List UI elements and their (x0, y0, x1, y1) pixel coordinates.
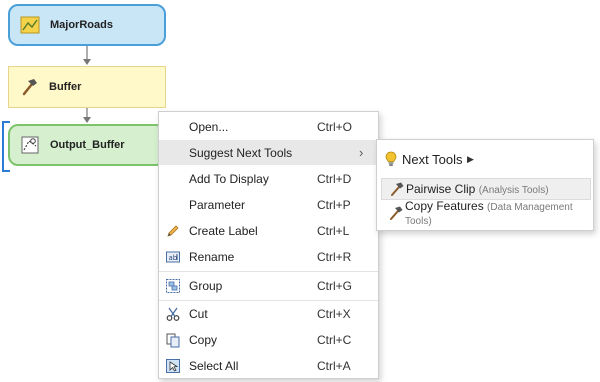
menu-item-open[interactable]: Open... Ctrl+O (159, 114, 378, 139)
node-output-buffer[interactable]: Output_Buffer (8, 124, 166, 166)
menu-item-create-label[interactable]: Create Label Ctrl+L (159, 218, 378, 243)
menu-item-label: Group (189, 278, 223, 293)
menu-item-label: Select All (189, 358, 239, 373)
hammer-icon (389, 181, 405, 197)
submenu-item-label: Copy Features (405, 199, 484, 213)
node-label: MajorRoads (50, 19, 113, 31)
menu-item-label: Rename (189, 249, 235, 264)
copy-icon (165, 332, 181, 348)
caret-right-icon: ▶ (467, 153, 474, 164)
menu-item-suggest-next-tools[interactable]: Suggest Next Tools › (159, 140, 378, 165)
menu-item-label: Suggest Next Tools (189, 145, 293, 160)
polygon-feature-icon (10, 126, 50, 164)
connector-arrow-2 (83, 117, 91, 123)
menu-item-shortcut: Ctrl+O (317, 119, 353, 134)
select-all-icon (165, 358, 181, 374)
menu-item-parameter[interactable]: Parameter Ctrl+P (159, 192, 378, 217)
menu-item-copy[interactable]: Copy Ctrl+C (159, 327, 378, 352)
menu-item-cut[interactable]: Cut Ctrl+X (159, 301, 378, 326)
hammer-icon (388, 205, 404, 221)
node-buffer[interactable]: Buffer (8, 66, 166, 108)
menu-item-label: Parameter (189, 197, 246, 212)
menu-item-shortcut: Ctrl+R (317, 249, 352, 264)
menu-item-shortcut: Ctrl+P (317, 197, 351, 212)
submenu-item-text: Copy Features (Data Management Tools) (405, 199, 591, 227)
menu-item-shortcut: Ctrl+L (317, 223, 350, 238)
context-menu: Open... Ctrl+O Suggest Next Tools › Add … (158, 111, 379, 379)
menu-item-shortcut: Ctrl+X (317, 306, 351, 321)
pencil-icon (165, 223, 181, 239)
menu-item-label: Add To Display (189, 171, 269, 186)
submenu-item-pairwise-clip[interactable]: Pairwise Clip (Analysis Tools) (381, 178, 591, 200)
group-icon (165, 278, 181, 294)
next-tools-header[interactable]: Next Tools ▶ (377, 148, 593, 170)
menu-item-shortcut: Ctrl+G (317, 278, 353, 293)
scissors-icon (165, 306, 181, 322)
menu-item-shortcut: Ctrl+A (317, 358, 351, 373)
connector-arrow-1 (83, 59, 91, 65)
menu-item-select-all[interactable]: Select All Ctrl+A (159, 353, 378, 378)
menu-item-shortcut: Ctrl+C (317, 332, 352, 347)
feature-class-icon (10, 6, 50, 44)
menu-item-shortcut: Ctrl+D (317, 171, 352, 186)
menu-item-label: Open... (189, 119, 229, 134)
menu-separator (159, 271, 378, 272)
node-label: Buffer (49, 81, 82, 93)
submenu-item-copy-features[interactable]: Copy Features (Data Management Tools) (381, 199, 591, 227)
rename-icon: ab (165, 249, 181, 265)
hammer-icon (9, 67, 49, 107)
menu-item-group[interactable]: Group Ctrl+G (159, 273, 378, 298)
next-tools-label: Next Tools (402, 151, 463, 167)
menu-item-label: Copy (189, 332, 218, 347)
menu-item-add-to-display[interactable]: Add To Display Ctrl+D (159, 166, 378, 191)
next-tools-submenu: Next Tools ▶ Pairwise Clip (Analysis Too… (376, 139, 594, 231)
svg-text:ab: ab (169, 254, 178, 262)
submenu-item-hint: (Analysis Tools) (478, 185, 549, 196)
menu-item-label: Cut (189, 306, 208, 321)
node-majorroads[interactable]: MajorRoads (8, 4, 166, 46)
node-label: Output_Buffer (50, 139, 125, 151)
submenu-item-label: Pairwise Clip (406, 182, 476, 196)
chevron-right-icon: › (359, 145, 364, 160)
lightbulb-icon (385, 151, 397, 170)
menu-item-label: Create Label (189, 223, 258, 238)
submenu-item-text: Pairwise Clip (Analysis Tools) (406, 182, 549, 196)
menu-item-rename[interactable]: ab Rename Ctrl+R (159, 244, 378, 269)
